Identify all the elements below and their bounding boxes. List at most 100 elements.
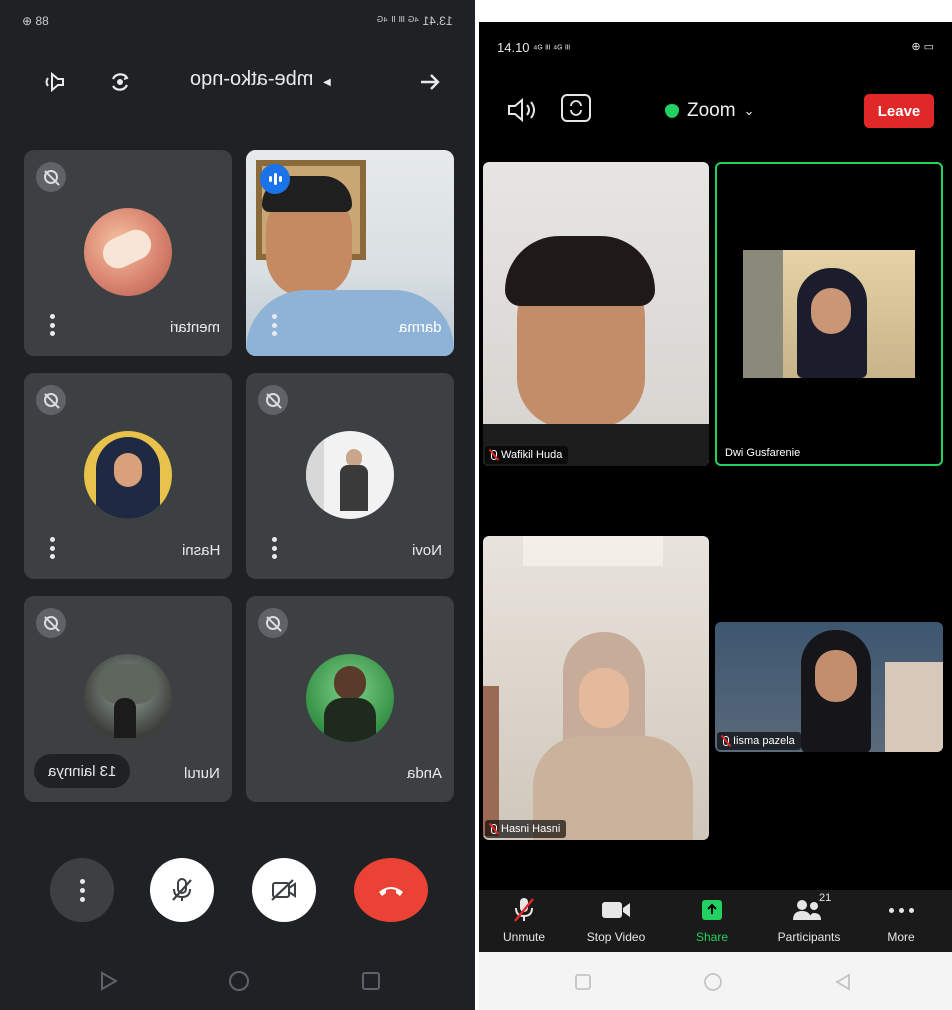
avatar <box>306 431 394 519</box>
more-options-button[interactable] <box>50 858 114 922</box>
camera-button[interactable] <box>252 858 316 922</box>
mic-off-icon <box>258 608 288 638</box>
meeting-code[interactable]: mbe-atko-nqo ▶ <box>190 68 390 91</box>
face <box>579 668 629 728</box>
more-button[interactable]: More <box>861 896 941 944</box>
video-icon <box>571 896 661 924</box>
unmute-button[interactable]: Unmute <box>479 896 569 944</box>
screenshot-composite: 88 ⊕ 13.41 ⁴ᴳ ᴵᴵᴵ ᴵᴵ ⁴ᴳ mbe-atko-nqo ▶ m… <box>0 0 952 1010</box>
meeting-code-text: mbe-atko-nqo <box>190 68 314 90</box>
more-participants-button[interactable]: 13 lainnya <box>34 754 131 788</box>
speaking-indicator-icon <box>260 164 290 194</box>
participant-name: Novi <box>411 542 442 559</box>
share-icon <box>667 896 757 924</box>
face <box>815 650 857 702</box>
zoom-title-menu[interactable]: Zoom ⌄ <box>665 100 754 122</box>
meet-top-bar: mbe-atko-nqo ▶ <box>0 58 475 106</box>
security-shield-icon <box>665 104 679 118</box>
avatar <box>84 431 172 519</box>
tile-menu-icon[interactable] <box>50 314 56 336</box>
mic-off-icon <box>36 162 66 192</box>
participant-name: Hasni Hasni <box>501 823 561 835</box>
tile-menu-icon[interactable] <box>50 537 56 559</box>
tile-menu-icon[interactable] <box>272 537 278 559</box>
switch-camera-icon[interactable] <box>104 66 136 98</box>
background-object <box>885 662 943 752</box>
phone-hangup-icon <box>379 887 403 896</box>
speaker-icon[interactable] <box>38 66 70 98</box>
video-tile-active[interactable]: Dwi Gusfarenie <box>715 162 943 466</box>
participant-name: Iisma pazela <box>733 735 795 747</box>
stop-video-label: Stop Video <box>586 930 646 944</box>
participants-count-badge: 21 <box>819 892 832 904</box>
zoom-status-bar: 14.10 ⁴ᴳ ᴵᴵᴵ ⁴ᴳ ᴵᴵᴵ ⊕ ▭ <box>479 22 952 68</box>
video-tile[interactable]: Iisma pazela <box>715 622 943 752</box>
zoom-screen-container: 14.10 ⁴ᴳ ᴵᴵᴵ ⁴ᴳ ᴵᴵᴵ ⊕ ▭ Zoom ⌄ Leave Waf… <box>479 0 952 1010</box>
more-vert-icon <box>79 878 85 902</box>
participants-label: Participants <box>777 930 841 944</box>
share-button[interactable]: Share <box>667 896 757 944</box>
participant-name-tag: Wafikil Huda <box>485 446 569 464</box>
video-tile[interactable]: Hasni Hasni <box>483 536 709 840</box>
app-title: Zoom <box>687 100 736 121</box>
switch-camera-icon[interactable] <box>561 94 591 122</box>
stop-video-button[interactable]: Stop Video <box>571 896 661 944</box>
mic-muted-icon <box>491 824 497 834</box>
meet-status-right: 13.41 ⁴ᴳ ᴵᴵᴵ ᴵᴵ ⁴ᴳ <box>377 14 453 28</box>
nav-recents-icon[interactable] <box>573 972 593 992</box>
video-frame <box>743 250 915 378</box>
mic-muted-icon <box>491 450 497 460</box>
caret-icon: ▶ <box>322 77 331 88</box>
participant-tile[interactable]: Hasni <box>24 373 232 579</box>
ceiling-light <box>523 536 663 566</box>
camera-off-icon <box>271 879 296 901</box>
participant-tile[interactable]: Anda <box>246 596 454 802</box>
android-nav-bar <box>479 952 952 1010</box>
nav-recents-icon[interactable] <box>360 970 382 992</box>
mic-off-icon <box>36 608 66 638</box>
participant-name: Anda <box>406 765 442 782</box>
participant-tile[interactable]: mentari <box>24 150 232 356</box>
participant-name-tag: Dwi Gusfarenie <box>719 444 806 462</box>
participant-name-tag: Iisma pazela <box>717 732 801 750</box>
participants-button[interactable]: 21 Participants <box>759 892 859 944</box>
mic-off-icon <box>479 896 569 924</box>
meet-status-left: 88 ⊕ <box>22 14 49 28</box>
participant-tile[interactable]: 13 lainnya Nurul <box>24 596 232 802</box>
participant-name: Hasni <box>181 542 220 559</box>
participant-name: Nurul <box>184 765 220 782</box>
participant-tile[interactable]: darma <box>246 150 454 356</box>
participant-name: Wafikil Huda <box>501 449 563 461</box>
tile-menu-icon[interactable] <box>272 314 278 336</box>
mic-muted-icon <box>723 736 729 746</box>
more-horiz-icon <box>861 896 941 924</box>
nav-back-icon[interactable] <box>98 970 120 992</box>
arrow-icon[interactable] <box>414 66 446 98</box>
more-label: More <box>887 930 915 944</box>
leave-button[interactable]: Leave <box>864 94 934 128</box>
end-call-button[interactable] <box>354 858 428 922</box>
avatar <box>84 654 172 742</box>
participants-icon: 21 <box>759 892 859 924</box>
nav-home-icon[interactable] <box>228 970 250 992</box>
chevron-down-icon: ⌄ <box>743 103 755 118</box>
nav-home-icon[interactable] <box>703 972 723 992</box>
meet-screen: 88 ⊕ 13.41 ⁴ᴳ ᴵᴵᴵ ᴵᴵ ⁴ᴳ mbe-atko-nqo ▶ m… <box>0 0 475 1010</box>
hair <box>505 236 655 306</box>
participant-name-tag: Hasni Hasni <box>485 820 567 838</box>
meet-status-bar: 88 ⊕ 13.41 ⁴ᴳ ᴵᴵᴵ ᴵᴵ ⁴ᴳ <box>0 0 475 42</box>
participant-tile[interactable]: Novi <box>246 373 454 579</box>
unmute-label: Unmute <box>502 930 546 944</box>
participant-name: mentari <box>169 319 220 336</box>
zoom-screen: 14.10 ⁴ᴳ ᴵᴵᴵ ⁴ᴳ ᴵᴵᴵ ⊕ ▭ Zoom ⌄ Leave Waf… <box>479 22 952 952</box>
more-participants-label: 13 lainnya <box>48 762 117 780</box>
status-signal: ⁴ᴳ ᴵᴵᴵ ⁴ᴳ ᴵᴵᴵ <box>533 44 571 55</box>
mic-off-icon <box>258 385 288 415</box>
microphone-button[interactable] <box>150 858 214 922</box>
nav-back-icon[interactable] <box>833 972 853 992</box>
speaker-icon[interactable] <box>505 96 545 126</box>
video-tile[interactable]: Wafikil Huda <box>483 162 709 466</box>
participant-name: darma <box>399 319 442 336</box>
mic-off-icon <box>36 385 66 415</box>
mic-off-icon <box>172 878 192 901</box>
